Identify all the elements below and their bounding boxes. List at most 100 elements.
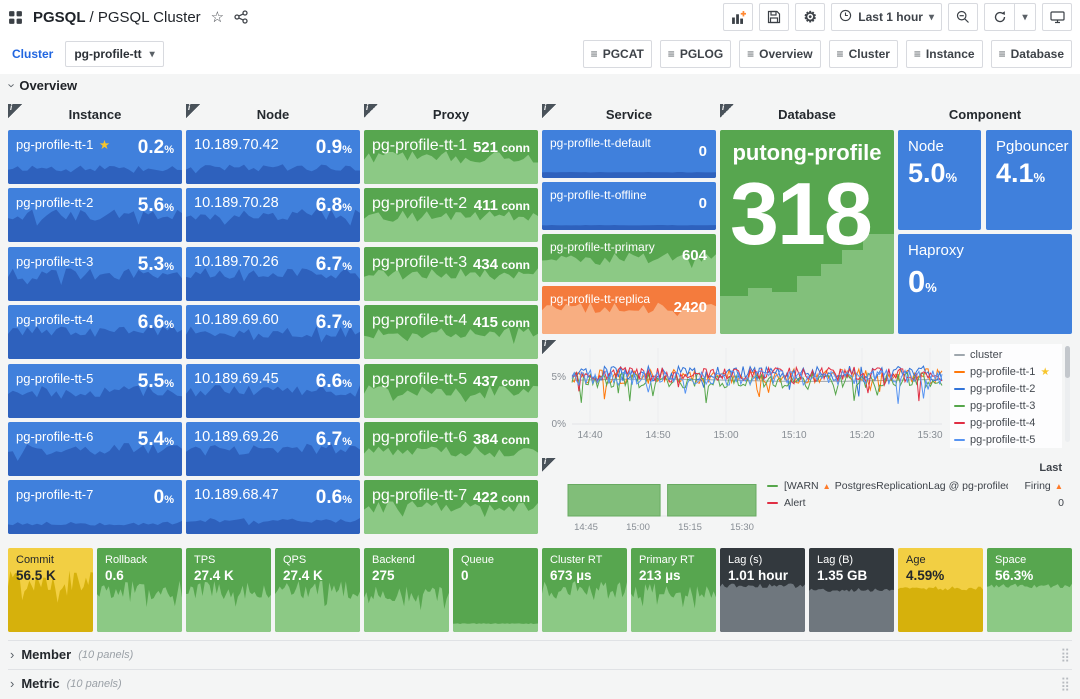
legend-item-5[interactable]: pg-profile-tt-4 <box>954 414 1062 431</box>
stat-tile-primary-rt[interactable]: Primary RT 213 µs <box>631 548 716 632</box>
tile-unit: conn <box>498 491 530 505</box>
legend-item-6[interactable]: pg-profile-tt-5 <box>954 431 1062 448</box>
chevron-right-icon: › <box>10 676 15 691</box>
instance-tile-5[interactable]: pg-profile-tt-5 5.5% <box>8 364 182 418</box>
instance-tile-3[interactable]: pg-profile-tt-3 5.3% <box>8 247 182 301</box>
row-drag-handle[interactable]: ⣿ <box>1060 647 1070 663</box>
node-tile-1[interactable]: 10.189.70.42 0.9% <box>186 130 360 184</box>
legend-series-label: cluster <box>970 348 1003 361</box>
component-pgbouncer-tile[interactable]: Pgbouncer 4.1% <box>986 130 1072 230</box>
service-tile-1[interactable]: pg-profile-tt-default 0 <box>542 130 716 178</box>
instance-tile-1[interactable]: pg-profile-tt-1 ★ 0.2% <box>8 130 182 184</box>
stat-tile-qps[interactable]: QPS 27.4 K <box>275 548 360 632</box>
svg-text:14:40: 14:40 <box>577 430 602 441</box>
tile-label: pg-profile-tt-1 ★ <box>16 137 110 152</box>
tile-unit: % <box>342 436 352 448</box>
proxy-tile-5[interactable]: pg-profile-tt-5 437 conn <box>364 364 538 418</box>
section-overview-toggle[interactable]: › Overview <box>5 78 78 93</box>
tile-value: 0.2% <box>137 137 174 158</box>
alert-legend-item-1[interactable]: [WARN ▲ PostgresReplicationLag @ pg-prof… <box>767 477 1064 494</box>
stat-tile-lag-b-[interactable]: Lag (B) 1.35 GB <box>809 548 894 632</box>
cpu-usage-chart-panel[interactable]: i 14:40 14:50 15:00 15:10 15:20 15:30 5% 0% clu… <box>542 339 1072 452</box>
panel-info-corner[interactable]: i <box>542 339 556 354</box>
stat-tile-age[interactable]: Age 4.59% <box>898 548 983 632</box>
svg-text:15:10: 15:10 <box>781 430 806 441</box>
dashboard-canvas: › Overview i Instance i Node i Proxy i S… <box>0 0 1080 699</box>
service-tile-3[interactable]: pg-profile-tt-primary 604 <box>542 234 716 282</box>
tile-value: 4.59% <box>906 568 945 583</box>
node-tile-3[interactable]: 10.189.70.26 6.7% <box>186 247 360 301</box>
legend-series-label: pg-profile-tt-1 ★ <box>970 365 1050 378</box>
proxy-tile-3[interactable]: pg-profile-tt-3 434 conn <box>364 247 538 301</box>
proxy-tile-6[interactable]: pg-profile-tt-6 384 conn <box>364 422 538 476</box>
chevron-down-icon: › <box>4 83 20 88</box>
stat-tile-tps[interactable]: TPS 27.4 K <box>186 548 271 632</box>
legend-series-swatch <box>954 404 965 407</box>
service-tile-2[interactable]: pg-profile-tt-offline 0 <box>542 182 716 230</box>
instance-tile-6[interactable]: pg-profile-tt-6 5.4% <box>8 422 182 476</box>
row-drag-handle[interactable]: ⣿ <box>1060 676 1070 692</box>
component-node-tile[interactable]: Node 5.0% <box>898 130 981 230</box>
instance-tile-2[interactable]: pg-profile-tt-2 5.6% <box>8 188 182 242</box>
tile-label: Lag (B) <box>817 554 854 566</box>
tile-value: 5.4% <box>137 429 174 450</box>
row-panel-count: (10 panels) <box>78 648 134 661</box>
panel-info-corner[interactable]: i <box>8 103 22 118</box>
proxy-tile-4[interactable]: pg-profile-tt-4 415 conn <box>364 305 538 359</box>
tile-unit: conn <box>498 316 530 330</box>
panel-info-corner[interactable]: i <box>186 103 200 118</box>
tile-label: 10.189.69.26 <box>194 429 279 445</box>
panel-info-corner[interactable]: i <box>364 103 378 118</box>
tile-unit: conn <box>498 375 530 389</box>
legend-item-1[interactable]: cluster <box>954 346 1062 363</box>
tile-unit: % <box>342 494 352 506</box>
panel-info-corner[interactable]: i <box>542 103 556 118</box>
legend-item-4[interactable]: pg-profile-tt-3 <box>954 397 1062 414</box>
node-tile-2[interactable]: 10.189.70.28 6.8% <box>186 188 360 242</box>
tile-value: 384 conn <box>472 431 530 448</box>
proxy-tile-1[interactable]: pg-profile-tt-1 521 conn <box>364 130 538 184</box>
legend-item-3[interactable]: pg-profile-tt-2 <box>954 380 1062 397</box>
legend-series-swatch <box>954 421 965 424</box>
legend-scrollbar[interactable] <box>1065 346 1070 442</box>
panel-info-corner[interactable]: i <box>720 103 734 118</box>
alert-legend-item-2[interactable]: Alert 0 <box>767 494 1064 511</box>
instance-tile-7[interactable]: pg-profile-tt-7 0% <box>8 480 182 534</box>
tile-label: Commit <box>16 554 54 566</box>
legend-item-2[interactable]: pg-profile-tt-1 ★ <box>954 363 1062 380</box>
proxy-tile-7[interactable]: pg-profile-tt-7 422 conn <box>364 480 538 534</box>
panel-info-corner[interactable]: i <box>542 457 556 472</box>
stat-tile-space[interactable]: Space 56.3% <box>987 548 1072 632</box>
tile-value: 422 conn <box>472 489 530 506</box>
svg-text:15:00: 15:00 <box>626 522 650 533</box>
tile-label: 10.189.70.26 <box>194 254 279 270</box>
tile-label: pg-profile-tt-6 <box>372 429 468 446</box>
alert-rule-name: Alert <box>784 496 806 509</box>
instance-tile-4[interactable]: pg-profile-tt-4 6.6% <box>8 305 182 359</box>
row-member-toggle[interactable]: › Member (10 panels) ⣿ <box>8 640 1072 668</box>
proxy-tile-2[interactable]: pg-profile-tt-2 411 conn <box>364 188 538 242</box>
tile-label: Primary RT <box>639 554 695 566</box>
stat-tile-lag-s-[interactable]: Lag (s) 1.01 hour <box>720 548 805 632</box>
panel-title: Service <box>605 107 653 122</box>
tile-label: 10.189.69.60 <box>194 312 279 328</box>
alert-chart-panel[interactable]: i 14:45 15:00 15:15 15:30 Last [WARN ▲ Postg… <box>542 457 1072 540</box>
node-tile-6[interactable]: 10.189.69.26 6.7% <box>186 422 360 476</box>
stat-tile-cluster-rt[interactable]: Cluster RT 673 µs <box>542 548 627 632</box>
row-metric-toggle[interactable]: › Metric (10 panels) ⣿ <box>8 669 1072 697</box>
component-haproxy-tile[interactable]: Haproxy 0% <box>898 234 1072 334</box>
database-tile[interactable]: putong-profile 318 <box>720 130 894 334</box>
tile-label: Cluster RT <box>550 554 603 566</box>
tile-unit: % <box>342 144 352 156</box>
stat-tile-queue[interactable]: Queue 0 <box>453 548 538 632</box>
service-tile-4[interactable]: pg-profile-tt-replica 2420 <box>542 286 716 334</box>
node-tile-5[interactable]: 10.189.69.45 6.6% <box>186 364 360 418</box>
tile-value: 0 <box>698 195 707 212</box>
legend-series-swatch <box>767 501 778 504</box>
stat-tile-rollback[interactable]: Rollback 0.6 <box>97 548 182 632</box>
tile-label: pg-profile-tt-6 <box>16 429 94 444</box>
stat-tile-commit[interactable]: Commit 56.5 K <box>8 548 93 632</box>
stat-tile-backend[interactable]: Backend 275 <box>364 548 449 632</box>
node-tile-4[interactable]: 10.189.69.60 6.7% <box>186 305 360 359</box>
node-tile-7[interactable]: 10.189.68.47 0.6% <box>186 480 360 534</box>
